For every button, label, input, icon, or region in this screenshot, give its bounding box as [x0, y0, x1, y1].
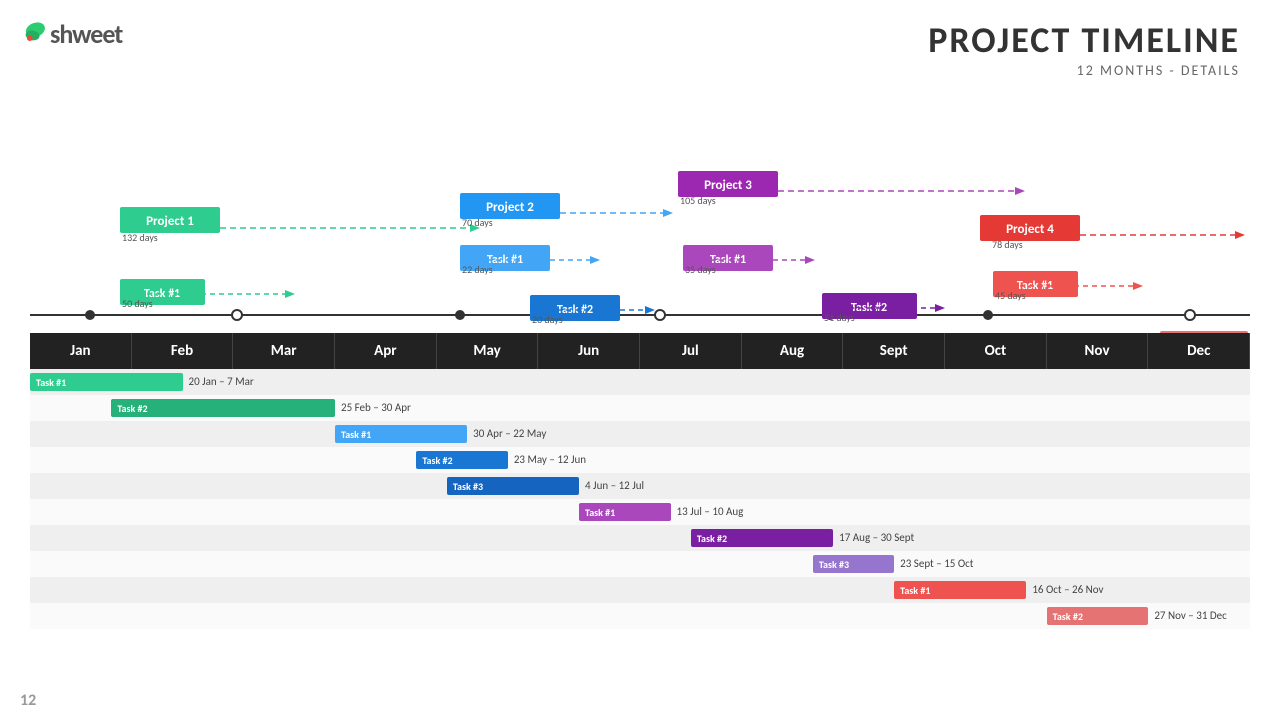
logo-icon	[20, 20, 48, 48]
date-range-label: 17 Aug – 30 Sept	[839, 531, 914, 544]
month-header-aug: Aug	[742, 333, 844, 369]
task-bar: Task #3	[813, 555, 894, 573]
month-header-oct: Oct	[945, 333, 1047, 369]
month-header-may: May	[437, 333, 539, 369]
gantt-table: Task #1 20 Jan – 7 Mar Task #2 25 Feb – 30 …	[30, 369, 1250, 629]
bar-cell: Task #1 16 Oct – 26 Nov	[30, 577, 1250, 603]
date-range-label: 23 May – 12 Jun	[514, 453, 586, 466]
bar-cell: Task #2 23 May – 12 Jun	[30, 447, 1250, 473]
date-range-label: 13 Jul – 10 Aug	[677, 505, 744, 518]
main-title: Project Timeline	[928, 18, 1240, 62]
header: shweet Project Timeline 12 Months - Deta…	[0, 0, 1280, 79]
table-row: Task #1 30 Apr – 22 May	[30, 421, 1250, 447]
logo: shweet	[20, 18, 122, 50]
task-bar: Task #1	[335, 425, 467, 443]
month-header-apr: Apr	[335, 333, 437, 369]
title-block: Project Timeline 12 Months - Details	[928, 18, 1240, 79]
date-range-label: 25 Feb – 30 Apr	[341, 401, 411, 414]
date-range-label: 23 Sept – 15 Oct	[900, 557, 973, 570]
month-header-jun: Jun	[538, 333, 640, 369]
table-row: Task #2 25 Feb – 30 Apr	[30, 395, 1250, 421]
svg-text:Project 3: Project 3	[704, 178, 752, 193]
page-number: 12	[20, 691, 36, 710]
table-row: Task #3 4 Jun – 12 Jul	[30, 473, 1250, 499]
date-range-label: 4 Jun – 12 Jul	[585, 479, 644, 492]
month-header-dec: Dec	[1148, 333, 1250, 369]
month-header-mar: Mar	[233, 333, 335, 369]
bar-cell: Task #3 23 Sept – 15 Oct	[30, 551, 1250, 577]
svg-text:50 days: 50 days	[122, 297, 153, 310]
bar-cell: Task #1 20 Jan – 7 Mar	[30, 369, 1250, 395]
table-row: Task #1 20 Jan – 7 Mar	[30, 369, 1250, 395]
bar-cell: Task #2 17 Aug – 30 Sept	[30, 525, 1250, 551]
table-row: Task #2 23 May – 12 Jun	[30, 447, 1250, 473]
subtitle: 12 Months - Details	[928, 62, 1240, 79]
table-row: Task #1 13 Jul – 10 Aug	[30, 499, 1250, 525]
svg-text:35 days: 35 days	[685, 263, 716, 276]
bar-cell: Task #2 25 Feb – 30 Apr	[30, 395, 1250, 421]
task-bar: Task #1	[894, 581, 1026, 599]
svg-text:22 days: 22 days	[462, 263, 493, 276]
task-bar: Task #1	[579, 503, 671, 521]
logo-text: shweet	[50, 18, 122, 50]
month-header-jul: Jul	[640, 333, 742, 369]
date-range-label: 16 Oct – 26 Nov	[1032, 583, 1103, 596]
task-bar: Task #1	[30, 373, 183, 391]
bar-cell: Task #1 13 Jul – 10 Aug	[30, 499, 1250, 525]
month-header-feb: Feb	[132, 333, 234, 369]
svg-text:Project 1: Project 1	[146, 214, 194, 229]
month-header-sept: Sept	[843, 333, 945, 369]
month-headers: JanFebMarAprMayJunJulAugSeptOctNovDec	[30, 333, 1250, 369]
bar-cell: Task #3 4 Jun – 12 Jul	[30, 473, 1250, 499]
task-bar: Task #2	[416, 451, 508, 469]
svg-text:Project 2: Project 2	[486, 200, 534, 215]
task-bar: Task #2	[1047, 607, 1149, 625]
table-row: Task #1 16 Oct – 26 Nov	[30, 577, 1250, 603]
month-header-jan: Jan	[30, 333, 132, 369]
diagram-svg: 132 days Project 1 Task #1 50 days Task …	[30, 83, 1250, 333]
date-range-label: 30 Apr – 22 May	[473, 427, 546, 440]
gantt-diagram: 132 days Project 1 Task #1 50 days Task …	[30, 83, 1250, 333]
svg-text:Project 4: Project 4	[1006, 222, 1054, 237]
gantt-table-container: Task #1 20 Jan – 7 Mar Task #2 25 Feb – 30 …	[30, 369, 1250, 629]
task-bar: Task #3	[447, 477, 579, 495]
svg-text:45 days: 45 days	[995, 289, 1026, 302]
month-header-nov: Nov	[1047, 333, 1149, 369]
svg-text:51 days: 51 days	[824, 311, 855, 324]
table-row: Task #2 27 Nov – 31 Dec	[30, 603, 1250, 629]
task-bar: Task #2	[111, 399, 335, 417]
bar-cell: Task #1 30 Apr – 22 May	[30, 421, 1250, 447]
date-range-label: 20 Jan – 7 Mar	[189, 375, 254, 388]
task-bar: Task #2	[691, 529, 833, 547]
date-range-label: 27 Nov – 31 Dec	[1154, 609, 1226, 622]
table-row: Task #3 23 Sept – 15 Oct	[30, 551, 1250, 577]
bar-cell: Task #2 27 Nov – 31 Dec	[30, 603, 1250, 629]
table-row: Task #2 17 Aug – 30 Sept	[30, 525, 1250, 551]
svg-text:20 days: 20 days	[532, 313, 563, 326]
